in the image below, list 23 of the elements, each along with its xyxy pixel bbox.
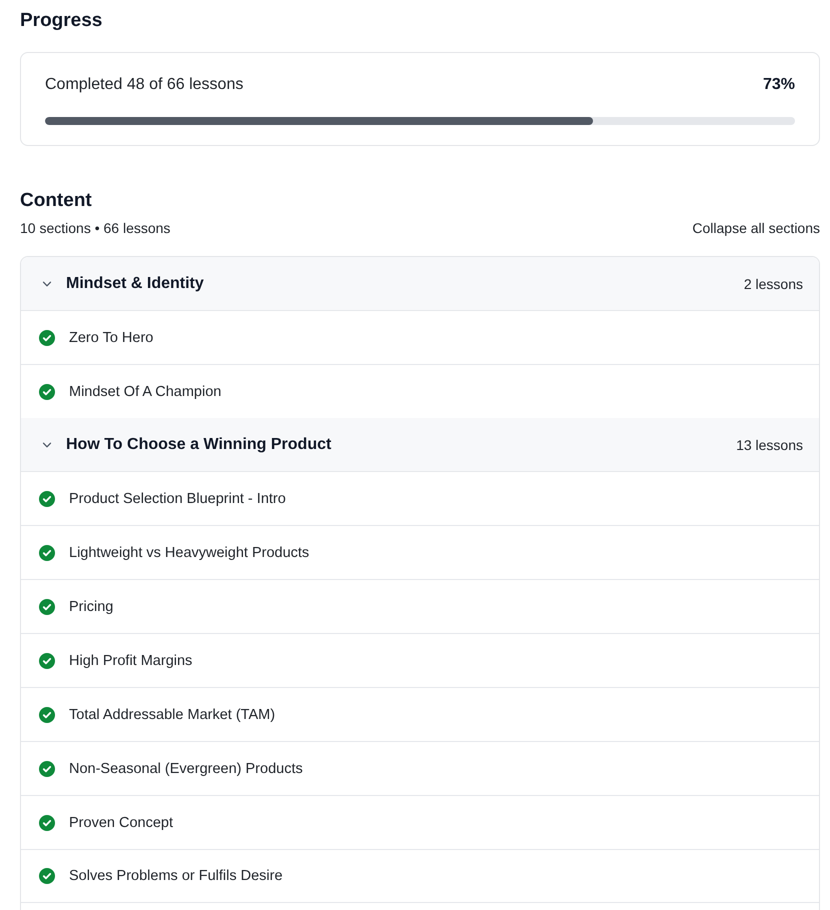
section-title: How To Choose a Winning Product (66, 436, 332, 454)
content-heading: Content (20, 189, 93, 213)
lesson-title: Pricing (69, 598, 114, 614)
lesson-row[interactable]: Solves Problems or Fulfils Desire (21, 849, 819, 903)
lesson-title: Total Addressable Market (TAM) (69, 706, 276, 722)
progress-summary: Completed 48 of 66 lessons (45, 76, 244, 94)
collapse-all-button[interactable]: Collapse all sections (692, 220, 820, 236)
section-lesson-count: 13 lessons (736, 436, 803, 452)
lesson-title: Lightweight vs Heavyweight Products (69, 544, 310, 560)
section-title: Mindset & Identity (66, 274, 205, 292)
lesson-title: Proven Concept (69, 814, 173, 830)
lesson-title: Zero To Hero (69, 330, 154, 346)
lesson-title: Mindset Of A Champion (69, 384, 222, 400)
lesson-title: Solves Problems or Fulfils Desire (69, 868, 283, 884)
section-header[interactable]: Mindset & Identity 2 lessons (21, 257, 819, 310)
section-header[interactable]: How To Choose a Winning Product 13 lessons (21, 418, 819, 471)
content-summary: 10 sections • 66 lessons (20, 220, 170, 236)
lesson-title: High Profit Margins (69, 652, 192, 668)
progress-heading: Progress (20, 9, 104, 33)
section-lesson-count: 2 lessons (744, 276, 803, 292)
progress-percent: 73% (762, 76, 795, 94)
lesson-title: Non-Seasonal (Evergreen) Products (69, 760, 303, 776)
lesson-title: Product Selection Blueprint - Intro (69, 490, 286, 506)
